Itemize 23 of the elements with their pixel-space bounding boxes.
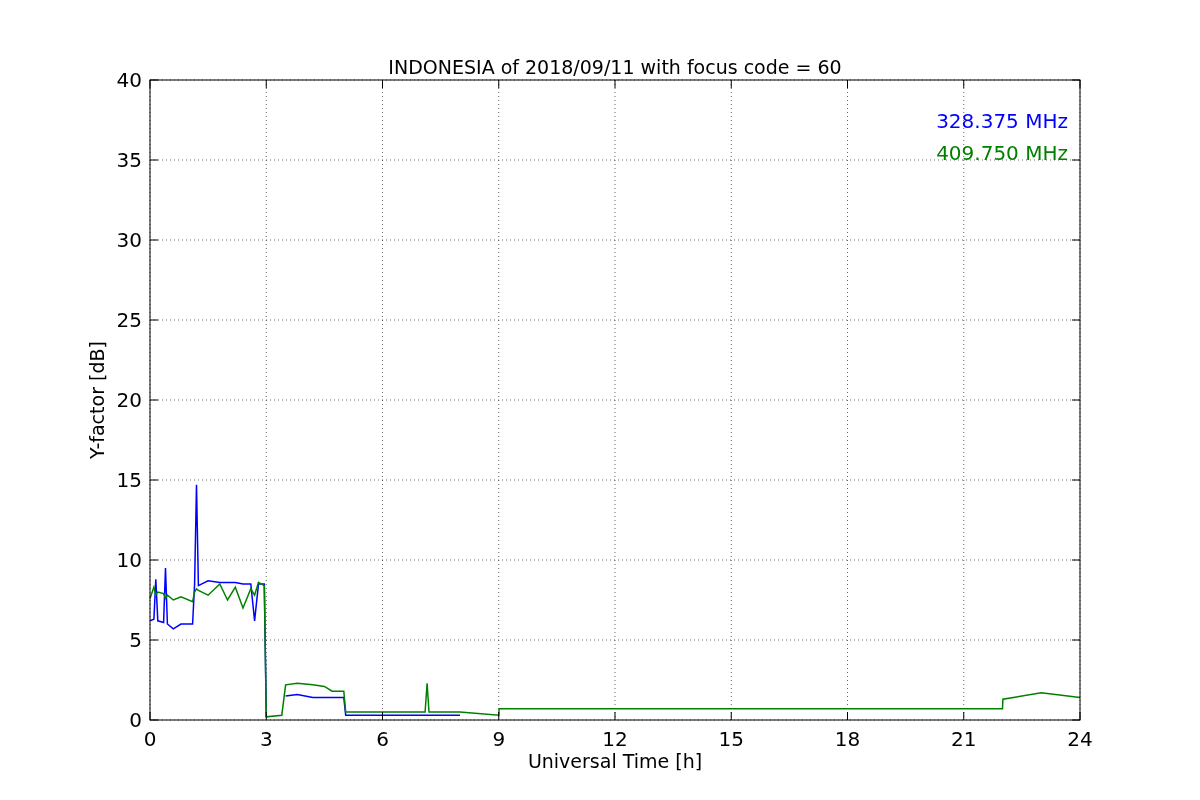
y-tick-label: 35 — [116, 148, 142, 172]
y-axis-label: Y-factor [dB] — [86, 341, 108, 459]
y-tick-label: 20 — [116, 388, 142, 412]
legend-label: 328.375 MHz — [936, 109, 1068, 133]
x-tick-label: 21 — [951, 727, 977, 751]
x-tick-label: 9 — [492, 727, 506, 751]
x-tick-label: 6 — [376, 727, 389, 751]
y-tick-label: 0 — [129, 708, 142, 732]
x-tick-label: 0 — [143, 727, 157, 751]
y-tick-label: 10 — [116, 548, 142, 572]
x-tick-label: 15 — [718, 727, 744, 751]
x-tick-label: 18 — [834, 727, 861, 751]
chart-title: INDONESIA of 2018/09/11 with focus code = 60 — [388, 56, 842, 78]
y-tick-label: 25 — [116, 308, 142, 332]
x-tick-label: 24 — [1067, 727, 1093, 751]
y-tick-label: 40 — [116, 68, 142, 92]
y-tick-label: 15 — [116, 468, 142, 492]
x-tick-label: 12 — [602, 727, 628, 751]
y-tick-label: 30 — [116, 228, 142, 252]
legend-label: 409.750 MHz — [936, 141, 1068, 165]
y-tick-label: 5 — [129, 628, 142, 652]
x-axis-label: Universal Time [h] — [527, 750, 703, 772]
x-tick-label: 3 — [259, 727, 273, 751]
